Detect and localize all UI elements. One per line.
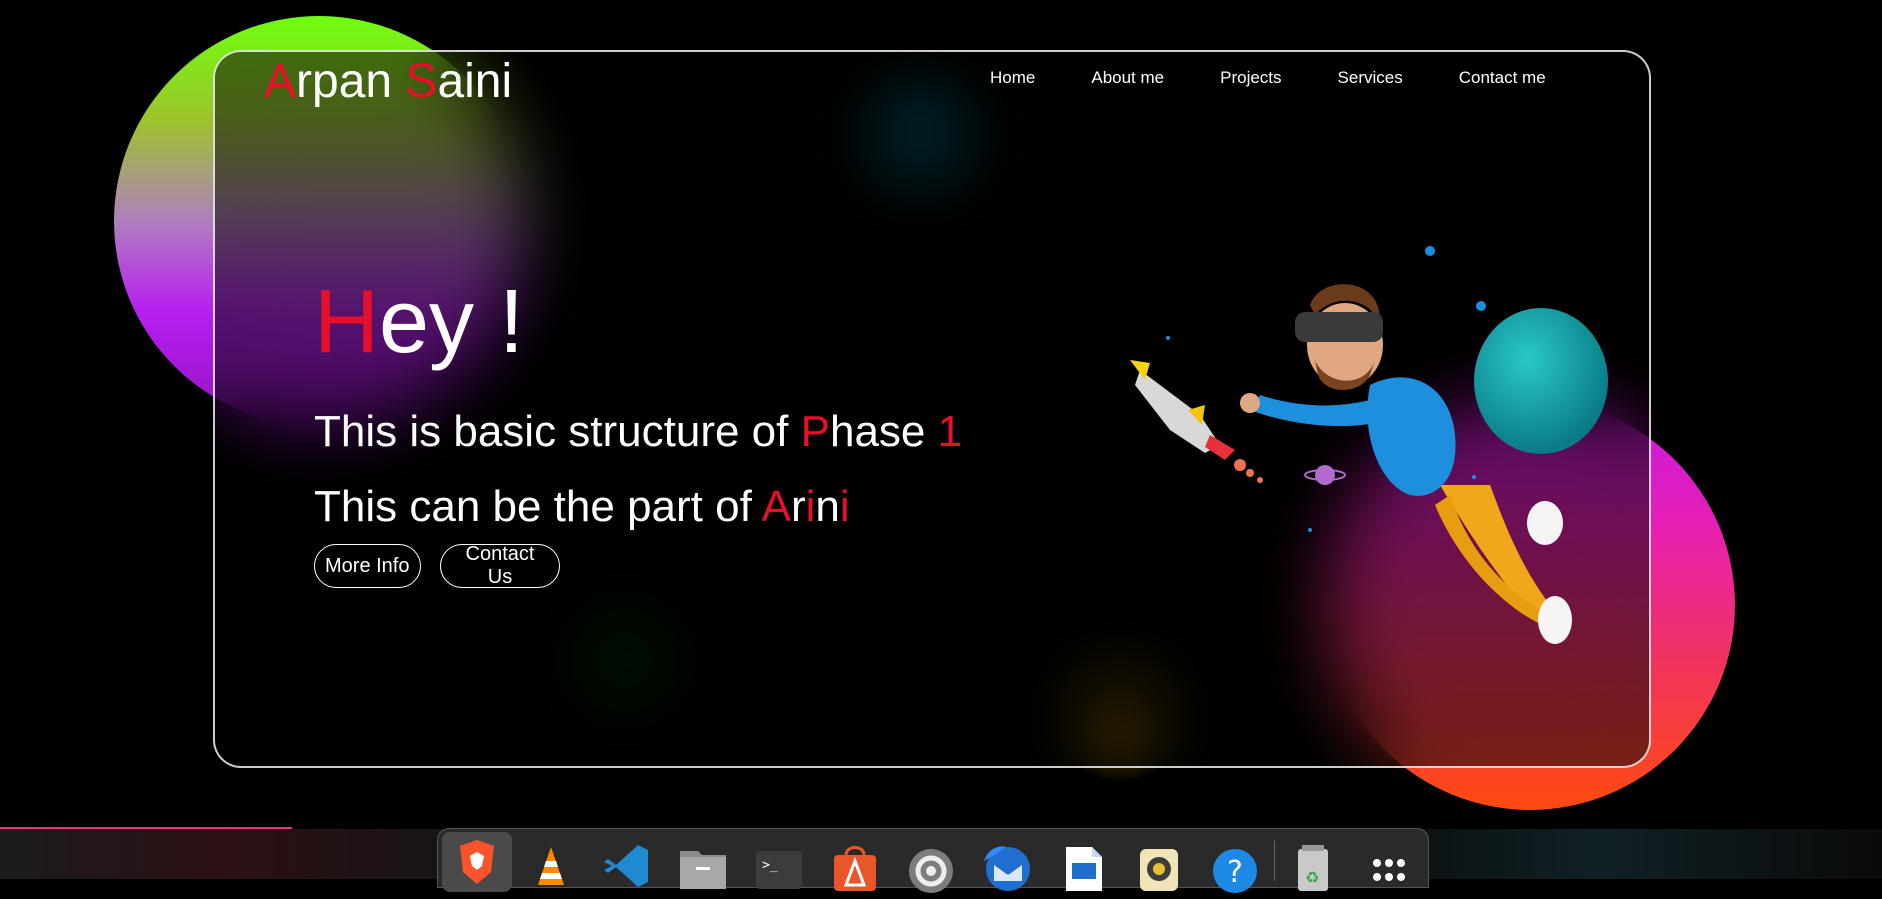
hero-heading: Hey ! bbox=[314, 272, 524, 372]
rhythmbox-icon bbox=[1140, 849, 1178, 891]
dock-item-vlc[interactable] bbox=[524, 839, 578, 899]
line2-r: r bbox=[790, 482, 806, 531]
nav-services[interactable]: Services bbox=[1338, 68, 1403, 88]
nav-about-me[interactable]: About me bbox=[1091, 68, 1164, 88]
dock-item-files[interactable] bbox=[676, 839, 730, 899]
line1-hase: hase bbox=[829, 407, 938, 456]
taskbar-accent-line bbox=[0, 827, 292, 829]
line1-number: 1 bbox=[937, 407, 963, 456]
dock-item-settings[interactable] bbox=[904, 839, 958, 899]
site-logo[interactable]: Arpan Saini bbox=[264, 54, 512, 109]
dock-item-rhythmbox[interactable] bbox=[1132, 839, 1186, 899]
trash-icon: ♻ bbox=[1298, 845, 1328, 891]
vlc-icon bbox=[538, 847, 564, 885]
vscode-icon bbox=[604, 845, 648, 887]
app-center-icon bbox=[834, 846, 876, 891]
teal-planet bbox=[1474, 308, 1608, 454]
terminal-icon: >_ bbox=[756, 851, 802, 889]
line2-a: A bbox=[761, 482, 791, 531]
nav-home[interactable]: Home bbox=[990, 68, 1035, 88]
hero-heading-initial: H bbox=[314, 272, 379, 372]
dock-item-terminal[interactable]: >_ bbox=[752, 839, 806, 899]
main-nav: Home About me Projects Services Contact … bbox=[990, 68, 1546, 88]
help-glyph: ? bbox=[1227, 855, 1243, 890]
dock-item-thunderbird[interactable] bbox=[980, 839, 1034, 899]
terminal-glyph: >_ bbox=[762, 858, 778, 873]
settings-icon bbox=[909, 849, 953, 893]
logo-last-name: aini bbox=[437, 55, 513, 108]
line1-text: This is basic structure of bbox=[314, 407, 801, 456]
logo-initial-s: S bbox=[405, 55, 438, 108]
hero-heading-rest: ey ! bbox=[379, 272, 525, 372]
dock-item-help[interactable]: ? bbox=[1208, 839, 1262, 899]
brave-icon bbox=[460, 840, 494, 884]
dock-item-brave[interactable] bbox=[442, 832, 512, 892]
nav-contact-me[interactable]: Contact me bbox=[1459, 68, 1546, 88]
more-info-button[interactable]: More Info bbox=[314, 544, 421, 588]
line2-i2: i bbox=[839, 482, 850, 531]
ringed-planet bbox=[1304, 465, 1346, 485]
droplet bbox=[1308, 528, 1312, 532]
libreoffice-impress-icon bbox=[1066, 847, 1102, 891]
thunderbird-icon bbox=[984, 846, 1030, 891]
hero-line-2: This can be the part of Arini bbox=[314, 482, 850, 532]
droplet bbox=[1472, 475, 1476, 479]
dock-item-app-center[interactable] bbox=[828, 839, 882, 899]
rocket bbox=[1130, 360, 1263, 483]
logo-initial-a: A bbox=[264, 55, 297, 108]
app-dock: >_ ? ♻ bbox=[437, 828, 1429, 893]
dock-item-vscode[interactable] bbox=[600, 839, 654, 899]
line2-text: This can be the part of bbox=[314, 482, 762, 531]
hero-line-1: This is basic structure of Phase 1 bbox=[314, 407, 962, 457]
dock-item-show-apps[interactable] bbox=[1362, 839, 1416, 899]
droplet bbox=[1166, 336, 1170, 340]
contact-us-button[interactable]: Contact Us bbox=[440, 543, 560, 588]
droplet bbox=[1476, 301, 1486, 311]
dock-item-trash[interactable]: ♻ bbox=[1286, 839, 1340, 899]
dock-separator bbox=[1274, 841, 1275, 881]
line2-n: n bbox=[815, 482, 840, 531]
vr-astronaut-illustration bbox=[1130, 246, 1608, 644]
line1-p: P bbox=[800, 407, 830, 456]
help-icon: ? bbox=[1213, 849, 1257, 893]
recycle-glyph: ♻ bbox=[1305, 868, 1319, 887]
files-icon bbox=[680, 851, 726, 889]
nav-projects[interactable]: Projects bbox=[1220, 68, 1281, 88]
show-apps-icon bbox=[1373, 859, 1405, 881]
logo-first-name: rpan bbox=[296, 55, 406, 108]
line2-i1: i bbox=[805, 482, 816, 531]
droplet bbox=[1425, 246, 1435, 256]
dock-item-impress[interactable] bbox=[1056, 839, 1110, 899]
